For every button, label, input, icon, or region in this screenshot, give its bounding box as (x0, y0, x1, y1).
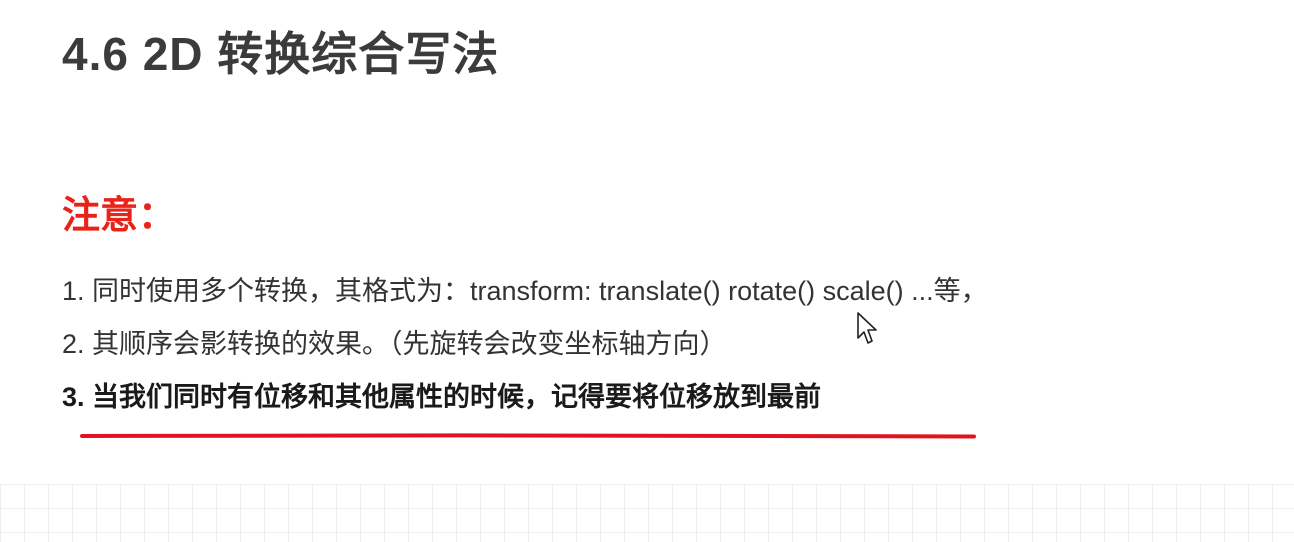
note-list: 1. 同时使用多个转换，其格式为：transform: translate() … (62, 278, 988, 437)
slide: 4.6 2D 转换综合写法 注意： 1. 同时使用多个转换，其格式为：trans… (0, 0, 1294, 542)
slide-title: 4.6 2D 转换综合写法 (62, 28, 500, 80)
red-underline (80, 433, 976, 439)
note-item-3: 3. 当我们同时有位移和其他属性的时候，记得要将位移放到最前 (62, 382, 822, 412)
note-item-1: 1. 同时使用多个转换，其格式为：transform: translate() … (62, 276, 988, 306)
note-heading: 注意： (62, 195, 177, 237)
mouse-pointer-icon (857, 312, 877, 344)
grid-background (0, 484, 1294, 542)
note-item-2: 2. 其顺序会影转换的效果。（先旋转会改变坐标轴方向） (62, 329, 727, 359)
